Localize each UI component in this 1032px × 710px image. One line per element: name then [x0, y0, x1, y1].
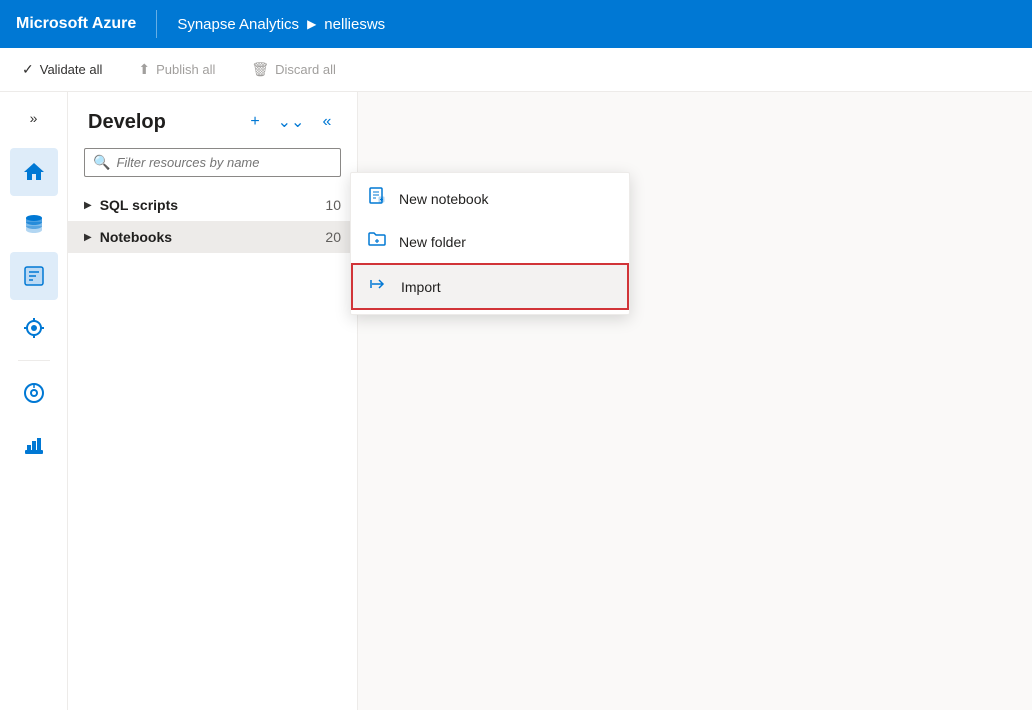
search-box[interactable]: 🔍: [84, 148, 341, 177]
tree-item-count: 10: [325, 197, 341, 213]
top-bar-divider: [156, 10, 157, 38]
expand-icon: ▶: [84, 232, 92, 243]
discard-all-button[interactable]: 🗑 Discard all: [245, 57, 341, 82]
sidebar-actions: + ⌄⌄ «: [241, 108, 341, 136]
context-menu-label: New notebook: [399, 191, 489, 207]
sidebar-item-home[interactable]: [10, 148, 58, 196]
checkmark-icon: ✓: [22, 61, 34, 78]
trash-icon: 🗑: [251, 61, 269, 78]
sidebar-item-data[interactable]: [10, 200, 58, 248]
top-bar: Microsoft Azure Synapse Analytics ▶ nell…: [0, 0, 1032, 48]
context-menu: New notebook New folder: [350, 172, 630, 315]
toolbar: ✓ Validate all ⬆ Publish all 🗑 Discard a…: [0, 48, 1032, 92]
tree-item-sql-scripts[interactable]: ▶ SQL scripts 10: [68, 189, 357, 221]
sidebar-item-develop[interactable]: [10, 252, 58, 300]
tree-item-notebooks[interactable]: ▶ Notebooks 20: [68, 221, 357, 253]
sidebar-item-manage[interactable]: [10, 421, 58, 469]
sidebar: Develop + ⌄⌄ « 🔍 ▶ SQL scripts 10: [68, 92, 358, 710]
service-name: Synapse Analytics ▶ nelliesws: [177, 16, 385, 33]
sidebar-item-integrate[interactable]: [10, 304, 58, 352]
folder-icon: [367, 230, 387, 253]
validate-all-button[interactable]: ✓ Validate all: [16, 57, 108, 82]
notebook-icon: [367, 187, 387, 210]
upload-icon: ⬆: [138, 61, 150, 78]
expand-nav-button[interactable]: »: [14, 100, 54, 136]
sidebar-title: Develop: [88, 111, 166, 134]
search-icon: 🔍: [93, 154, 110, 171]
context-menu-import[interactable]: Import: [351, 263, 629, 310]
sort-button[interactable]: ⌄⌄: [277, 108, 305, 136]
context-menu-new-folder[interactable]: New folder: [351, 220, 629, 263]
workspace-name: nelliesws: [324, 16, 385, 33]
collapse-sidebar-button[interactable]: «: [313, 108, 341, 136]
publish-all-button[interactable]: ⬆ Publish all: [132, 57, 221, 82]
nav-separator: [18, 360, 50, 361]
add-resource-button[interactable]: +: [241, 108, 269, 136]
main-layout: »: [0, 92, 1032, 710]
sidebar-item-monitor[interactable]: [10, 369, 58, 417]
import-icon: [369, 275, 389, 298]
search-input[interactable]: [116, 155, 332, 170]
app-title: Microsoft Azure: [16, 15, 136, 33]
expand-icon: ▶: [84, 200, 92, 211]
tree-item-label: Notebooks: [100, 229, 318, 245]
breadcrumb-arrow: ▶: [307, 17, 316, 31]
left-nav: »: [0, 92, 68, 710]
sidebar-header: Develop + ⌄⌄ «: [68, 92, 357, 148]
tree-item-label: SQL scripts: [100, 197, 318, 213]
context-menu-new-notebook[interactable]: New notebook: [351, 177, 629, 220]
context-menu-label: New folder: [399, 234, 466, 250]
context-menu-label: Import: [401, 279, 441, 295]
tree-item-count: 20: [325, 229, 341, 245]
